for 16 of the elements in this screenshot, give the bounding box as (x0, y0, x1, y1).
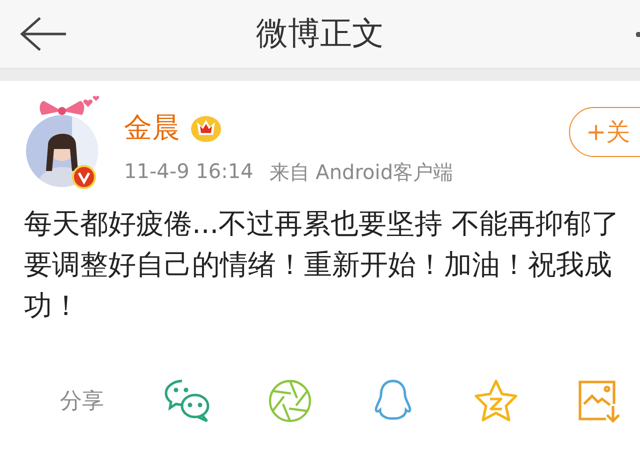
user-name[interactable]: 金晨 (124, 109, 180, 147)
post-time: 11-4-9 16:14 (124, 159, 254, 185)
aperture-icon[interactable] (267, 378, 313, 424)
back-icon[interactable] (18, 14, 66, 54)
post-text-line: 要调整好自己的情绪！重新开始！加油！祝我成 (24, 247, 613, 283)
post-text-line: 功！ (24, 288, 81, 324)
post-text-line: 每天都好疲倦...不过再累也要坚持 不能再抑郁了 (24, 206, 621, 242)
crown-icon (190, 113, 222, 143)
post-source: 来自 Android客户端 (269, 159, 454, 186)
star-icon[interactable] (473, 378, 519, 424)
page-title: 微博正文 (256, 13, 384, 54)
follow-button[interactable]: +关 (569, 107, 640, 157)
save-image-icon[interactable] (576, 378, 622, 424)
share-label: 分享 (60, 388, 105, 416)
chat-icon[interactable] (164, 378, 210, 424)
more-icon[interactable] (636, 32, 640, 37)
